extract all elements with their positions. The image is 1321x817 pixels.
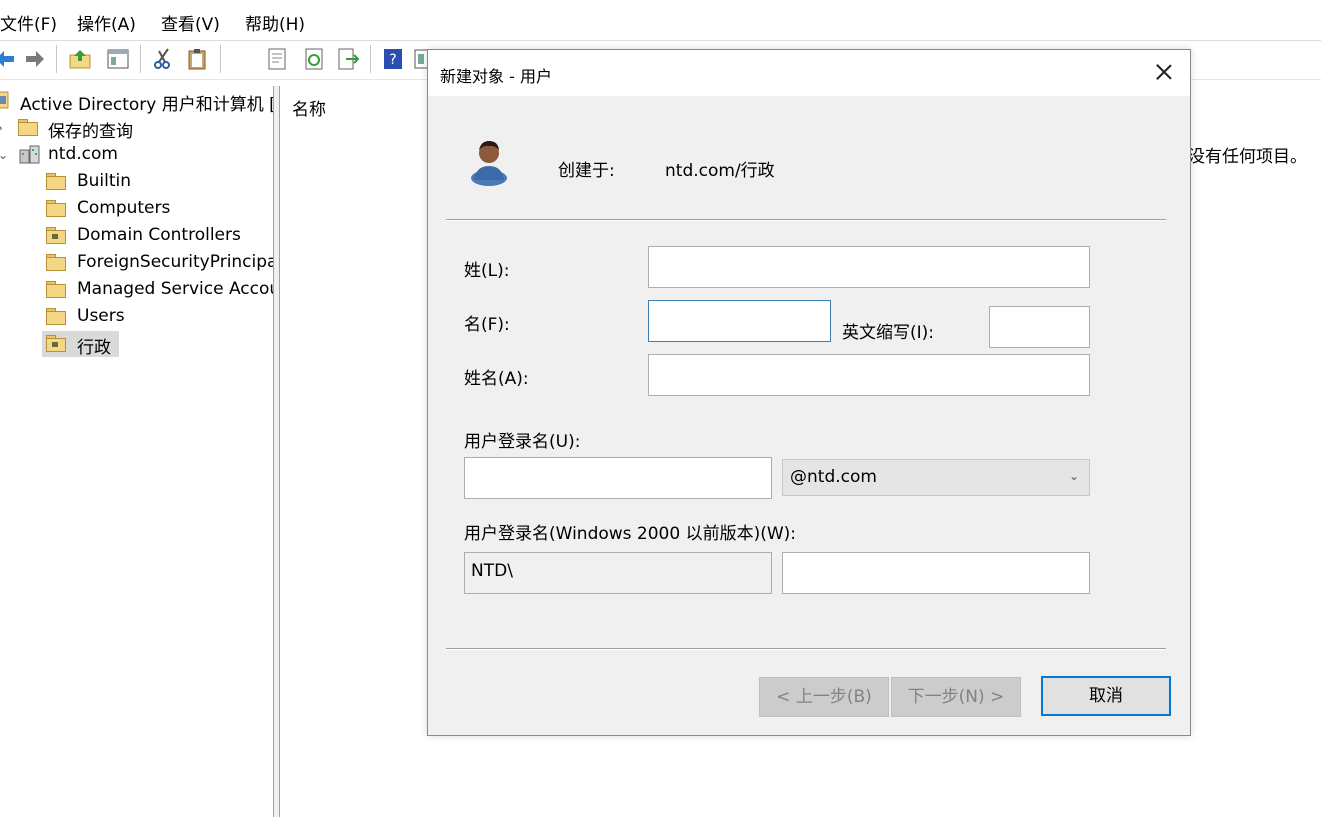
pre2000-domain-prefix: NTD\ — [464, 552, 772, 594]
divider — [446, 648, 1166, 650]
back-button[interactable]: < 上一步(B) — [759, 677, 889, 717]
tree-item-label: Managed Service Accou — [77, 279, 273, 299]
dialog-title: 新建对象 - 用户 — [440, 67, 552, 86]
tree-item-xingzheng[interactable]: 行政 — [0, 331, 273, 358]
chevron-down-icon: ⌄ — [1068, 469, 1079, 483]
created-in-label: 创建于: — [558, 161, 615, 181]
up-folder-icon[interactable] — [68, 47, 92, 71]
tree-item-managed-service-accounts[interactable]: Managed Service Accou — [0, 277, 273, 303]
collapse-chevron-icon[interactable]: ⌄ — [0, 148, 8, 162]
tree-item-computers[interactable]: Computers — [0, 196, 273, 222]
folder-icon — [46, 308, 66, 325]
divider — [446, 219, 1166, 221]
first-name-field[interactable] — [648, 300, 831, 342]
folder-icon — [46, 200, 66, 217]
pane-splitter[interactable] — [273, 86, 280, 817]
svg-text:?: ? — [389, 52, 396, 68]
tree-item-label: Computers — [77, 198, 171, 218]
forward-icon[interactable] — [22, 47, 46, 71]
folder-icon — [46, 281, 66, 298]
menu-help[interactable]: 帮助(H) — [245, 10, 305, 35]
domain-suffix-select[interactable]: @ntd.com ⌄ — [782, 459, 1090, 496]
tree-item-domain[interactable]: ⌄ ntd.com — [0, 142, 273, 168]
first-name-label: 名(F): — [464, 315, 510, 335]
full-name-field[interactable] — [648, 354, 1090, 396]
initials-field[interactable] — [989, 306, 1090, 348]
menu-bar: 文件(F) 操作(A) 查看(V) 帮助(H) — [0, 0, 1321, 41]
pre2000-logon-field[interactable] — [782, 552, 1090, 594]
tree-item-domain-controllers[interactable]: Domain Controllers — [0, 223, 273, 249]
paste-icon[interactable] — [185, 47, 209, 71]
user-icon — [471, 141, 507, 186]
tree-item-label: Users — [77, 306, 125, 326]
last-name-field[interactable] — [648, 246, 1090, 288]
tree-item-label: 保存的查询 — [48, 122, 133, 142]
toolbar-separator — [370, 45, 371, 73]
full-name-label: 姓名(A): — [464, 369, 529, 389]
new-user-dialog: 新建对象 - 用户 创建于: ntd.com/行政 姓(L): 名(F): 英文… — [427, 49, 1191, 736]
last-name-label: 姓(L): — [464, 261, 510, 281]
menu-view[interactable]: 查看(V) — [161, 10, 220, 35]
cancel-button[interactable]: 取消 — [1041, 676, 1171, 716]
column-header-name[interactable]: 名称 — [292, 95, 326, 120]
logon-name-field[interactable] — [464, 457, 772, 499]
tree-item-label: Active Directory 用户和计算机 [ — [20, 95, 273, 115]
initials-label: 英文缩写(I): — [842, 323, 935, 343]
toolbar-separator — [56, 45, 57, 73]
tree-item-label: ForeignSecurityPrincipal — [77, 252, 273, 272]
menu-action[interactable]: 操作(A) — [77, 10, 136, 35]
ad-root-icon — [0, 91, 9, 109]
domain-suffix-value: @ntd.com — [790, 467, 877, 487]
back-icon[interactable] — [0, 47, 18, 71]
domain-icon — [19, 145, 40, 164]
folder-icon — [46, 173, 66, 190]
tree-item-label: Builtin — [77, 171, 132, 191]
menu-file[interactable]: 文件(F) — [0, 10, 57, 35]
tree-item-users[interactable]: Users — [0, 304, 273, 330]
empty-list-message: 没有任何项目。 — [1188, 147, 1307, 167]
folder-icon — [46, 254, 66, 271]
tree-item-builtin[interactable]: Builtin — [0, 169, 273, 195]
tree-item-saved-queries[interactable]: › 保存的查询 — [0, 115, 273, 142]
tree-item-foreign-security-principals[interactable]: ForeignSecurityPrincipal — [0, 250, 273, 276]
toolbar-separator — [220, 45, 221, 73]
tree-item-label: 行政 — [77, 338, 111, 358]
logon-name-label: 用户登录名(U): — [464, 432, 581, 452]
close-icon[interactable] — [1152, 60, 1176, 84]
tree-item-root[interactable]: Active Directory 用户和计算机 [ — [0, 88, 273, 115]
console-tree: Active Directory 用户和计算机 [ › 保存的查询 ⌄ ntd.… — [0, 86, 273, 817]
tree-item-label: Domain Controllers — [77, 225, 241, 245]
refresh-icon[interactable] — [302, 47, 326, 71]
ou-folder-icon — [46, 335, 66, 352]
properties-icon[interactable] — [265, 47, 289, 71]
tree-item-label: ntd.com — [48, 144, 118, 164]
export-icon[interactable] — [336, 47, 360, 71]
next-button[interactable]: 下一步(N) > — [891, 677, 1021, 717]
created-in-value: ntd.com/行政 — [665, 161, 775, 181]
pre2000-logon-label: 用户登录名(Windows 2000 以前版本)(W): — [464, 524, 797, 544]
dialog-titlebar[interactable]: 新建对象 - 用户 — [428, 50, 1190, 96]
ou-folder-icon — [46, 227, 66, 244]
cut-icon[interactable] — [151, 47, 175, 71]
toolbar-separator — [140, 45, 141, 73]
folder-icon — [18, 119, 38, 136]
expand-chevron-icon[interactable]: › — [0, 121, 3, 135]
console-tree-icon[interactable] — [106, 47, 130, 71]
pre2000-domain-prefix-text: NTD\ — [471, 561, 513, 581]
help-icon[interactable]: ? — [381, 47, 405, 71]
